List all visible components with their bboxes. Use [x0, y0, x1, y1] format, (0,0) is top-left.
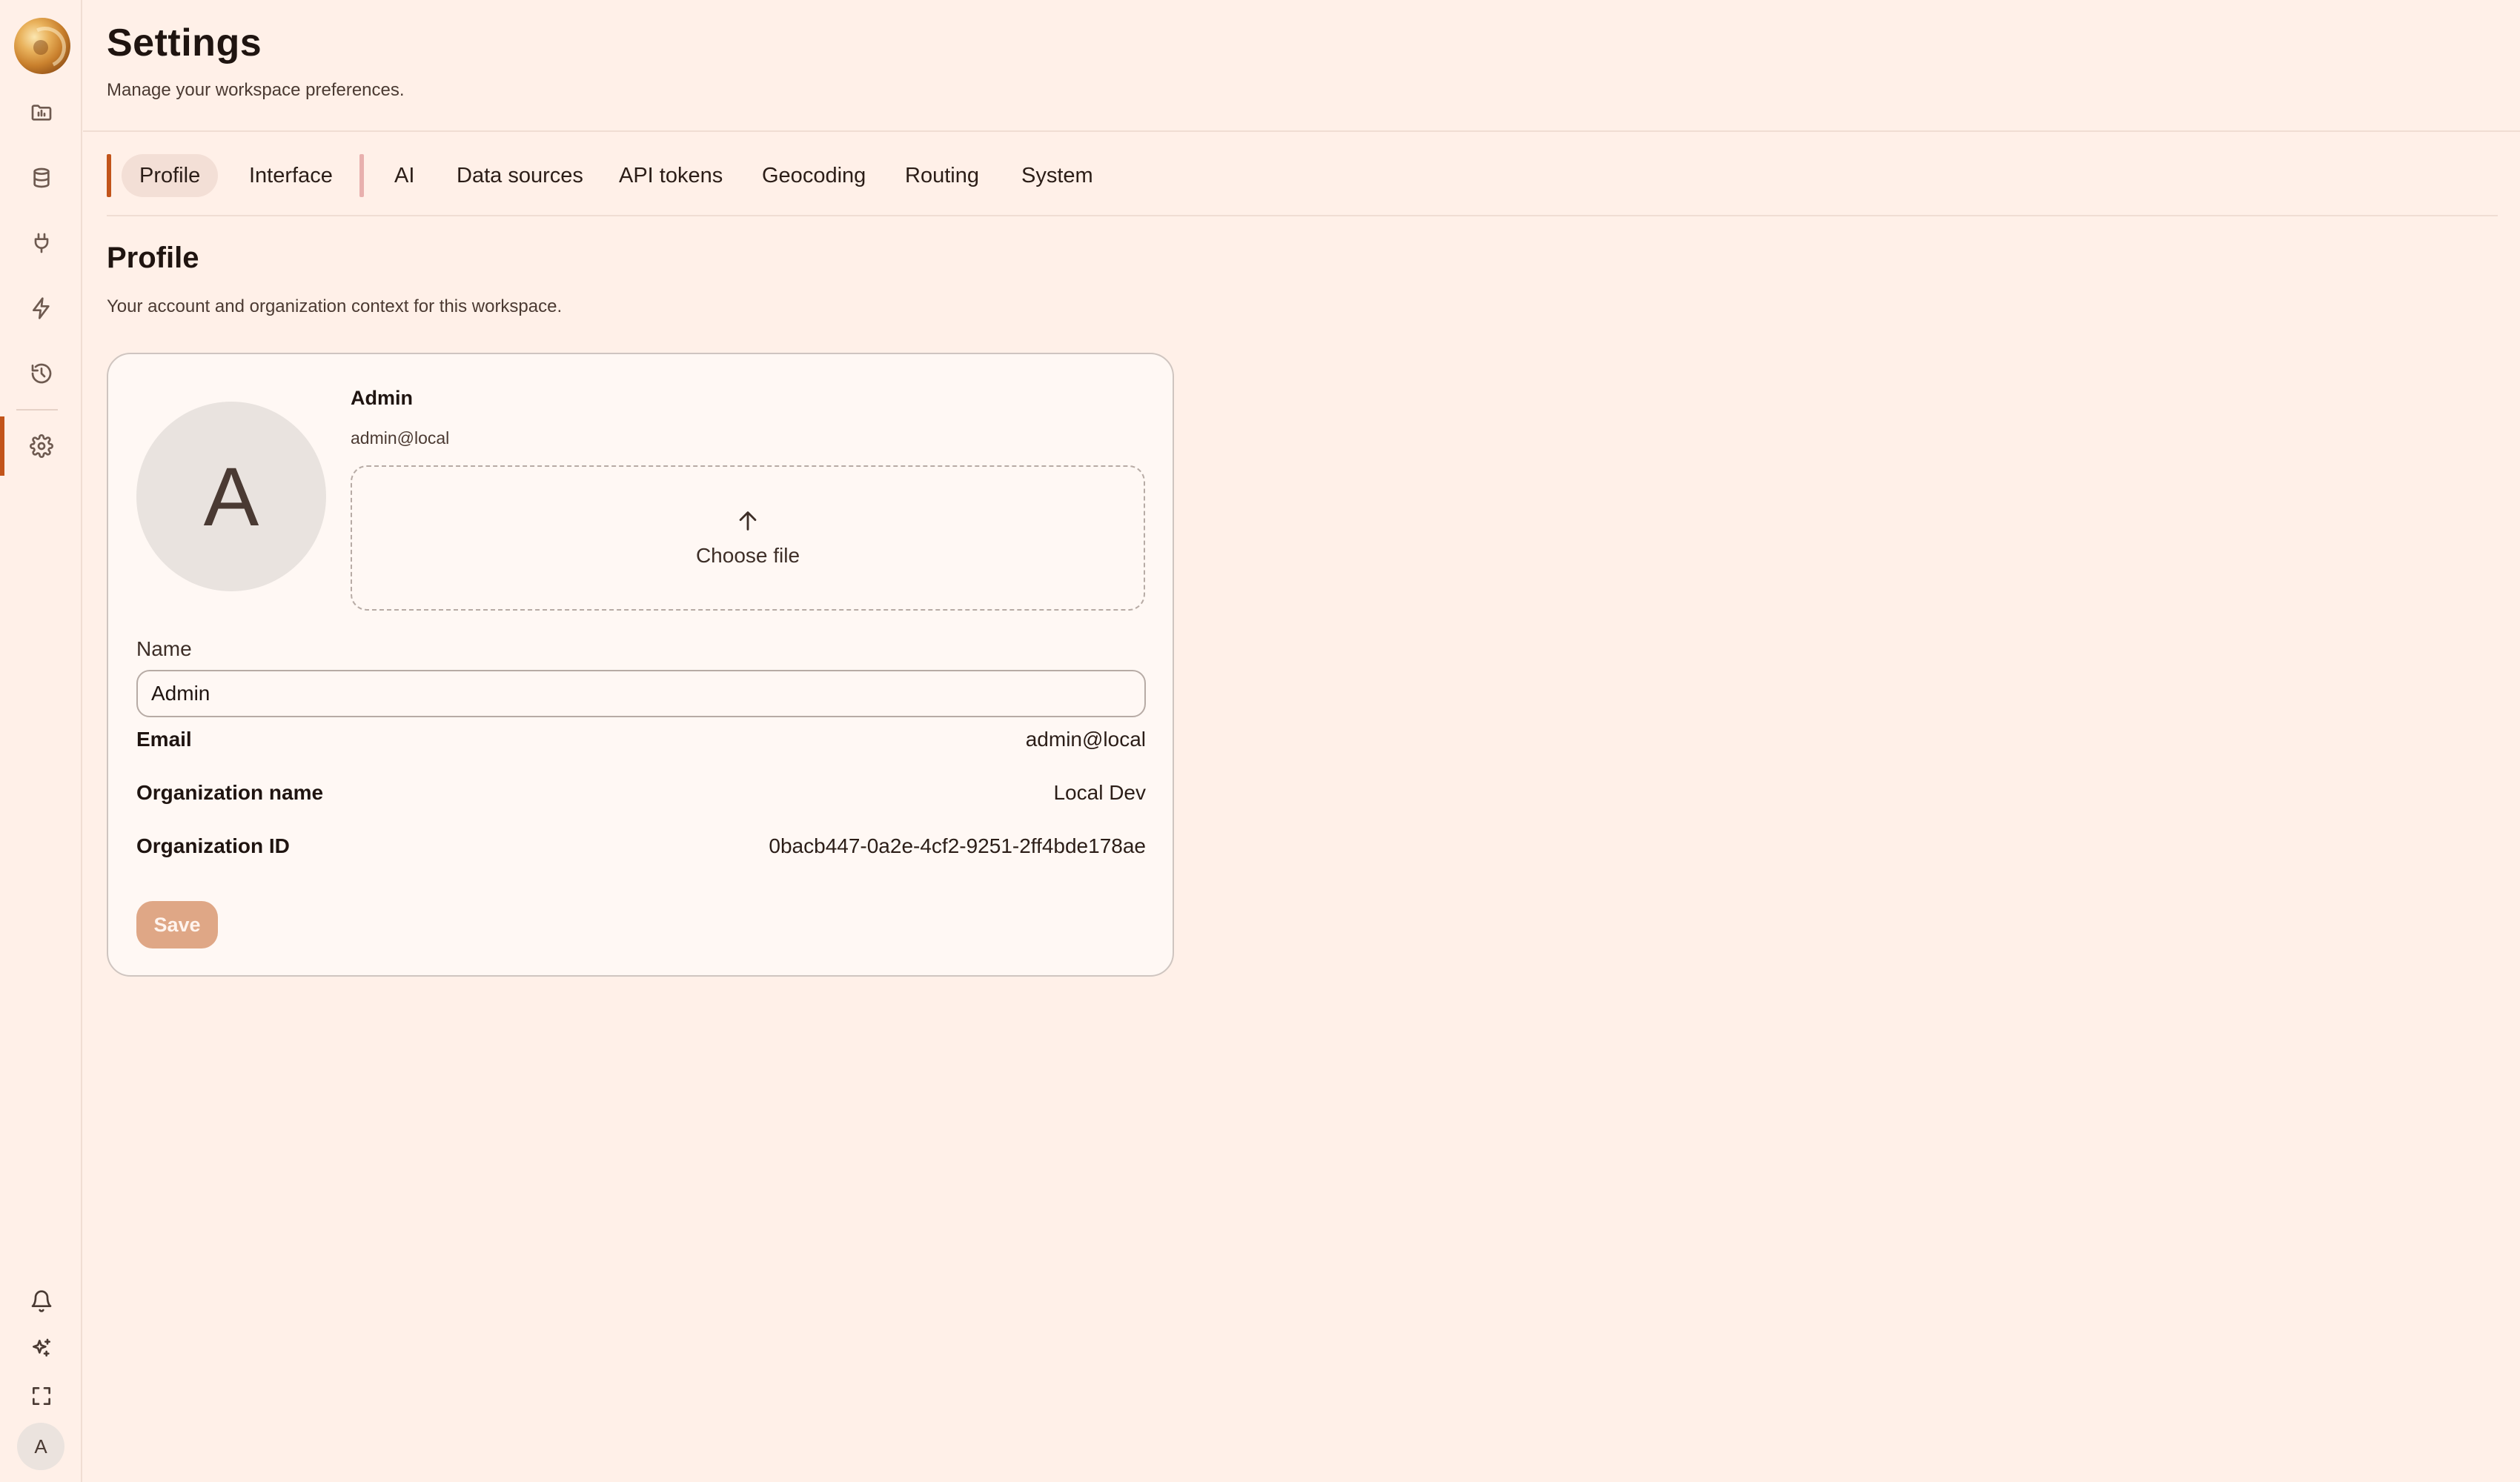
- sidebar: A: [0, 0, 82, 1482]
- gear-icon: [29, 434, 53, 458]
- email-value: admin@local: [1025, 728, 1146, 751]
- email-label: Email: [136, 728, 192, 751]
- tab-geocoding[interactable]: Geocoding: [744, 154, 883, 197]
- sidebar-item-automations[interactable]: [0, 279, 82, 338]
- notifications-button[interactable]: [0, 1280, 82, 1322]
- user-avatar-initial: A: [34, 1435, 47, 1458]
- user-avatar-button[interactable]: A: [17, 1423, 64, 1470]
- avatar: A: [136, 402, 326, 591]
- avatar-initial: A: [203, 450, 259, 543]
- history-icon: [31, 363, 51, 384]
- database-icon: [33, 167, 50, 188]
- sidebar-item-history[interactable]: [0, 344, 82, 403]
- section-description: Your account and organization context fo…: [107, 296, 563, 316]
- page-subtitle: Manage your workspace preferences.: [107, 80, 405, 100]
- organization-id-value: 0bacb447-0a2e-4cf2-9251-2ff4bde178ae: [769, 834, 1146, 857]
- tab-profile[interactable]: Profile: [122, 154, 219, 197]
- tab-group-separator: [359, 154, 364, 197]
- sidebar-item-data[interactable]: [0, 148, 82, 207]
- sidebar-item-settings[interactable]: [0, 416, 82, 476]
- sidebar-item-connections[interactable]: [0, 213, 82, 273]
- tab-interface[interactable]: Interface: [231, 154, 351, 197]
- organization-name-value: Local Dev: [1053, 781, 1146, 804]
- fullscreen-icon: [32, 1387, 50, 1405]
- profile-display-name: Admin: [351, 387, 413, 409]
- assistant-button[interactable]: [0, 1328, 82, 1369]
- avatar-upload-dropzone[interactable]: Choose file: [351, 465, 1145, 611]
- sparkles-icon: [32, 1338, 50, 1357]
- name-field[interactable]: [136, 670, 1146, 717]
- save-button[interactable]: Save: [136, 901, 218, 948]
- arrow-up-icon: [739, 511, 757, 531]
- email-row: Email admin@local: [136, 723, 1146, 756]
- sidebar-divider: [16, 409, 58, 411]
- organization-id-row: Organization ID 0bacb447-0a2e-4cf2-9251-…: [136, 830, 1146, 863]
- app-logo[interactable]: [14, 18, 70, 74]
- profile-card: A Admin admin@local Choose file Name Ema…: [107, 353, 1174, 977]
- name-label: Name: [136, 637, 192, 660]
- organization-name-label: Organization name: [136, 781, 324, 804]
- choose-file-label: Choose file: [695, 544, 800, 567]
- page-title: Settings: [107, 21, 262, 64]
- tab-system[interactable]: System: [1004, 154, 1111, 197]
- lightning-icon: [32, 297, 50, 319]
- header-divider: [83, 130, 2520, 132]
- folder-chart-icon: [31, 104, 51, 121]
- email-row: [136, 354, 1146, 387]
- fullscreen-button[interactable]: [0, 1375, 82, 1417]
- tab-data-sources[interactable]: Data sources: [439, 154, 601, 197]
- section-title: Profile: [107, 242, 199, 274]
- tab-api-tokens[interactable]: API tokens: [601, 154, 740, 197]
- organization-name-row: Organization name Local Dev: [136, 777, 1146, 809]
- tab-indicator: [107, 154, 111, 197]
- bell-icon: [31, 1290, 51, 1312]
- profile-email: admin@local: [351, 428, 450, 448]
- plug-icon: [34, 233, 48, 253]
- tab-ai[interactable]: AI: [377, 154, 432, 197]
- sidebar-item-projects[interactable]: [0, 83, 82, 142]
- organization-id-label: Organization ID: [136, 834, 290, 857]
- tab-routing[interactable]: Routing: [887, 154, 997, 197]
- tabs-divider: [107, 215, 2498, 216]
